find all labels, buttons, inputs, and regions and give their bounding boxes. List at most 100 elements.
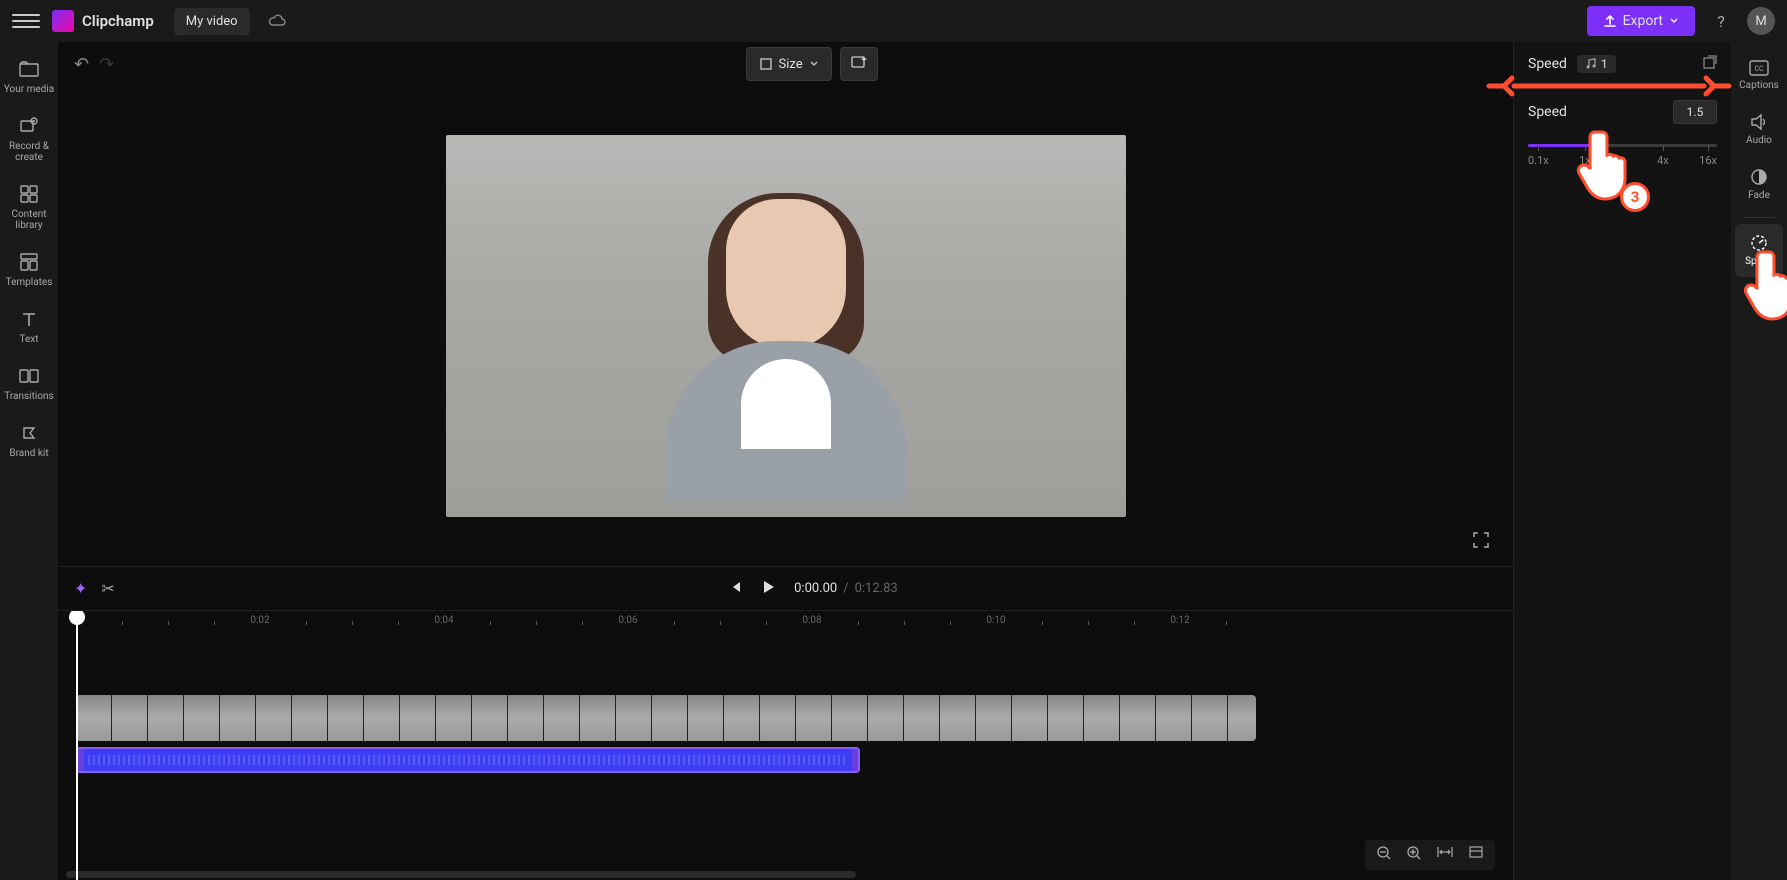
right-rail-fade[interactable]: Fade bbox=[1735, 158, 1783, 211]
record-icon bbox=[18, 115, 40, 137]
brand: Clipchamp bbox=[52, 10, 154, 32]
chevron-down-icon bbox=[809, 59, 819, 69]
sidebar-item-label: Brand kit bbox=[9, 448, 48, 459]
sidebar-item-your-media[interactable]: Your media bbox=[3, 50, 55, 103]
slider-mark: 0.1x bbox=[1528, 154, 1549, 167]
zoom-fit-button[interactable] bbox=[1433, 844, 1457, 866]
sidebar-item-brandkit[interactable]: Brand kit bbox=[3, 414, 55, 467]
speed-panel: Speed 1 Speed 1.5 0.1x 1x 4x 16x bbox=[1513, 42, 1731, 880]
right-rail-label: Captions bbox=[1739, 80, 1779, 91]
slider-mark: 4x bbox=[1657, 154, 1669, 167]
ruler-label: 0:10 bbox=[986, 615, 1005, 626]
timeline-zoom-controls bbox=[1365, 840, 1495, 870]
speed-section-label: Speed bbox=[1528, 104, 1567, 120]
music-note-icon bbox=[1585, 58, 1597, 70]
menu-button[interactable] bbox=[12, 7, 40, 35]
chevron-down-icon bbox=[1669, 16, 1679, 26]
video-title-input[interactable]: My video bbox=[174, 8, 250, 35]
audio-track-clip[interactable]: 1 bbox=[76, 747, 860, 773]
sidebar-item-transitions[interactable]: Transitions bbox=[3, 357, 55, 410]
preview-toolbar: ↶ ↷ Size bbox=[58, 42, 1513, 86]
zoom-out-button[interactable] bbox=[1373, 844, 1395, 866]
playback-bar: ✦ ✂ 0:00.00 / 0:12.83 bbox=[58, 566, 1513, 610]
current-time: 0:00.00 bbox=[794, 581, 837, 596]
fade-icon bbox=[1750, 168, 1768, 186]
playhead[interactable] bbox=[76, 611, 78, 880]
video-track-clip[interactable] bbox=[76, 695, 1256, 741]
clip-handle-right[interactable] bbox=[852, 749, 858, 771]
ruler-label: 0:12 bbox=[1170, 615, 1189, 626]
sync-status-icon bbox=[268, 12, 286, 31]
transitions-icon bbox=[18, 365, 40, 387]
slider-mark: 16x bbox=[1699, 154, 1717, 167]
topbar: Clipchamp My video Export ? M bbox=[0, 0, 1787, 42]
timeline-expand-button[interactable] bbox=[1465, 844, 1487, 866]
timeline-ruler[interactable]: 0:02 0:04 0:06 0:08 0:10 0:12 bbox=[76, 611, 1513, 637]
size-dropdown[interactable]: Size bbox=[746, 47, 832, 81]
redo-button[interactable]: ↷ bbox=[99, 54, 114, 75]
right-rail-label: Audio bbox=[1746, 135, 1772, 146]
skip-back-button[interactable] bbox=[728, 579, 742, 598]
undo-button[interactable]: ↶ bbox=[74, 54, 89, 75]
play-button[interactable] bbox=[760, 579, 776, 599]
slider-mark: 1x bbox=[1579, 154, 1591, 167]
right-rail-label: Speed bbox=[1745, 256, 1773, 267]
sidebar-item-label: Record & create bbox=[3, 141, 55, 163]
speed-slider[interactable]: 0.1x 1x 4x 16x bbox=[1528, 136, 1717, 176]
tracks: 1 bbox=[76, 695, 1495, 773]
timeline-scrollbar[interactable] bbox=[66, 871, 856, 878]
sidebar-item-label: Templates bbox=[6, 277, 53, 288]
video-preview[interactable] bbox=[446, 135, 1126, 517]
total-time: 0:12.83 bbox=[855, 581, 898, 596]
right-rail-label: Fade bbox=[1748, 190, 1770, 201]
text-icon bbox=[18, 308, 40, 330]
preview-zone[interactable] bbox=[58, 86, 1513, 566]
sidebar-item-label: Content library bbox=[3, 209, 55, 231]
right-rail-audio[interactable]: Audio bbox=[1735, 103, 1783, 156]
sidebar-item-templates[interactable]: Templates bbox=[3, 243, 55, 296]
right-rail-speed[interactable]: Speed 2 bbox=[1735, 224, 1783, 277]
fullscreen-button[interactable] bbox=[1473, 532, 1489, 552]
time-display: 0:00.00 / 0:12.83 bbox=[794, 581, 898, 596]
export-button[interactable]: Export bbox=[1587, 6, 1695, 36]
magic-wand-button[interactable]: ✦ bbox=[74, 579, 87, 598]
sidebar-item-text[interactable]: Text bbox=[3, 300, 55, 353]
speed-value-input[interactable]: 1.5 bbox=[1673, 100, 1717, 124]
user-avatar[interactable]: M bbox=[1747, 7, 1775, 35]
right-rail: CC Captions Audio Fade Speed 2 bbox=[1731, 42, 1787, 880]
panel-title: Speed bbox=[1528, 56, 1567, 72]
ruler-label: 0:04 bbox=[434, 615, 453, 626]
clipchamp-logo bbox=[52, 10, 74, 32]
speed-slider-thumb[interactable] bbox=[1591, 139, 1604, 152]
ai-enhance-button[interactable] bbox=[840, 47, 878, 81]
sidebar-item-label: Transitions bbox=[4, 391, 53, 402]
library-icon bbox=[18, 183, 40, 205]
right-rail-captions[interactable]: CC Captions bbox=[1735, 50, 1783, 101]
timeline[interactable]: 0:02 0:04 0:06 0:08 0:10 0:12 bbox=[58, 610, 1513, 880]
panel-clip-count: 1 bbox=[1577, 55, 1616, 73]
speed-icon bbox=[1750, 234, 1768, 252]
help-button[interactable]: ? bbox=[1707, 7, 1735, 35]
audio-icon bbox=[1750, 113, 1768, 131]
size-label: Size bbox=[779, 57, 803, 72]
captions-icon: CC bbox=[1749, 60, 1769, 76]
split-button[interactable]: ✂ bbox=[101, 579, 114, 598]
zoom-in-button[interactable] bbox=[1403, 844, 1425, 866]
main-area: Your media Record & create Content libra… bbox=[0, 42, 1787, 880]
center-column: ↶ ↷ Size bbox=[58, 42, 1513, 880]
brandkit-icon bbox=[18, 422, 40, 444]
clip-handle-left[interactable] bbox=[78, 749, 84, 771]
tutorial-badge: 3 bbox=[1620, 182, 1650, 212]
sidebar-item-library[interactable]: Content library bbox=[3, 175, 55, 239]
sidebar-item-label: Your media bbox=[4, 84, 54, 95]
time-separator: / bbox=[843, 581, 848, 596]
sidebar-item-record[interactable]: Record & create bbox=[3, 107, 55, 171]
panel-popout-button[interactable] bbox=[1703, 55, 1717, 73]
upload-icon bbox=[1603, 14, 1617, 28]
crop-icon bbox=[759, 57, 773, 71]
brand-name: Clipchamp bbox=[82, 12, 154, 30]
media-icon bbox=[18, 58, 40, 80]
panel-header: Speed 1 bbox=[1514, 42, 1731, 86]
ruler-label: 0:02 bbox=[250, 615, 269, 626]
export-label: Export bbox=[1623, 13, 1663, 29]
